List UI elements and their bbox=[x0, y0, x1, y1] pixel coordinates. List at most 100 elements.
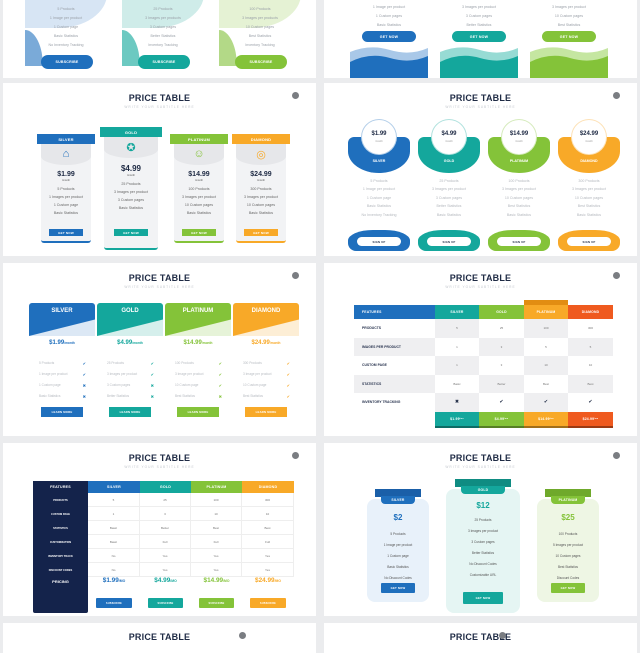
table-cell: ✔ bbox=[479, 393, 524, 412]
feature-item: No Discount Codes bbox=[469, 562, 497, 566]
feature-item: No Discount Codes bbox=[384, 576, 412, 580]
subscribe-button[interactable]: SUBSCRIBE bbox=[250, 598, 286, 608]
price-period: /month bbox=[585, 140, 593, 143]
pricing-card: DIAMOND $24.99/month 300 Products ✔ 3 Image … bbox=[233, 303, 299, 428]
price-period: /MO bbox=[118, 579, 126, 583]
feature-item: 25 Products bbox=[474, 518, 492, 522]
get-now-button[interactable]: GET NOW bbox=[244, 229, 278, 236]
get-now-button[interactable]: GET NOW bbox=[362, 31, 416, 42]
get-now-button[interactable]: GET NOW bbox=[452, 31, 506, 42]
check-icon: ✔ bbox=[588, 399, 593, 406]
feature-item: 3 Custom pages bbox=[107, 383, 131, 387]
table-cell: 5 bbox=[88, 493, 140, 507]
table-cell: Yes bbox=[242, 563, 294, 577]
feature-item: 5 Products bbox=[370, 179, 388, 183]
feature-item: 25 Products bbox=[121, 182, 141, 186]
feature-item: 5 Images per product bbox=[552, 543, 584, 547]
column-header: SILVER bbox=[435, 305, 479, 319]
table-cell: 25 bbox=[479, 319, 524, 338]
price-period: /month bbox=[62, 179, 70, 182]
row-label: INVENTORY TRACK bbox=[48, 554, 73, 558]
feature-item: 25 Products bbox=[107, 361, 125, 365]
check-icon: ✔ bbox=[286, 360, 290, 366]
price-line: $4.99/month bbox=[97, 340, 163, 346]
slide-title: PRICE TABLE bbox=[128, 93, 191, 103]
slide-number-dot bbox=[613, 452, 620, 459]
price: $14.99 bbox=[509, 131, 529, 137]
subscribe-button[interactable]: SUBSCRIBE bbox=[148, 598, 183, 608]
feature-item: 3 Images per product bbox=[432, 187, 466, 192]
table-cell: Basic bbox=[88, 535, 140, 549]
feature-item: 1 Image per product bbox=[49, 16, 83, 20]
get-now-button[interactable]: GET NOW bbox=[381, 583, 415, 593]
learn-more-button[interactable]: LEARN MORE bbox=[109, 407, 151, 417]
slide-comparison-table: PRICE TABLE WRITE YOUR SUBTITLE HERE FEA… bbox=[324, 263, 637, 436]
slide-getnow-waves: 1 Image per product 1 Custom pages Basic S… bbox=[324, 0, 637, 78]
button-base: SIGN UP bbox=[348, 230, 410, 251]
cross-icon: ✖ bbox=[82, 393, 86, 399]
feature-item: 3 Image per product bbox=[175, 372, 204, 376]
sign-up-button[interactable]: SIGN UP bbox=[567, 237, 611, 246]
table-cell: Better bbox=[140, 521, 191, 535]
slide-number-dot bbox=[499, 632, 506, 639]
table-cell: 25 bbox=[140, 493, 191, 507]
check-icon: ✔ bbox=[286, 382, 290, 388]
table-cell: Full bbox=[191, 535, 242, 549]
table-cell: 100 bbox=[524, 319, 568, 338]
subscribe-button[interactable]: SUBSCRIBE bbox=[235, 55, 287, 69]
sign-up-button[interactable]: SIGN UP bbox=[427, 237, 471, 246]
feature-item: No Inventory Tracking bbox=[48, 43, 84, 47]
feature-item: 300 Products bbox=[578, 179, 600, 183]
slide-checklist-cards: PRICE TABLE WRITE YOUR SUBTITLE HERE SIL… bbox=[3, 263, 316, 436]
feature-item: 10 Custom page bbox=[243, 383, 267, 387]
price-circle: $4.99/month bbox=[431, 119, 467, 155]
wave-band bbox=[530, 47, 608, 78]
price: $14.99 bbox=[183, 340, 202, 346]
feature-item: 1 Image per product bbox=[383, 543, 413, 547]
pricing-card: $1.99/month SILVER 5 Products 1 Image per p… bbox=[348, 119, 410, 251]
slide-subscribe-waves: 5 Products 1 Image per product 1 Custom pa… bbox=[3, 0, 316, 78]
get-now-button[interactable]: GET NOW bbox=[463, 592, 503, 604]
subscribe-button[interactable]: SUBSCRIBE bbox=[96, 598, 132, 608]
feature-item: 3 Custom pages bbox=[471, 540, 495, 544]
get-now-button[interactable]: GET NOW bbox=[49, 229, 83, 236]
get-now-button[interactable]: GET NOW bbox=[114, 229, 148, 236]
feature-row: 3 Images per product ✔ bbox=[107, 370, 154, 378]
feature-row: Basic Statistics ✖ bbox=[39, 392, 86, 400]
slide-number-dot bbox=[292, 92, 299, 99]
sign-up-button[interactable]: SIGN UP bbox=[497, 237, 541, 246]
get-now-button[interactable]: GET NOW bbox=[542, 31, 596, 42]
check-icon: ✔ bbox=[543, 399, 549, 406]
pricing-card: PLATINUM ☺ $14.99/month 100 Products 3 Image… bbox=[170, 134, 228, 243]
table-cell: Better bbox=[479, 374, 524, 393]
feature-item: 1 Custom page bbox=[39, 383, 61, 387]
pricing-card: GOLD ✪ $4.99/month 25 Products 3 Images per … bbox=[100, 127, 162, 250]
sign-up-button[interactable]: SIGN UP bbox=[357, 237, 401, 246]
slide-next-left: PRICE TABLE bbox=[3, 623, 316, 653]
subscribe-button[interactable]: SUBSCRIBE bbox=[138, 55, 190, 69]
feature-item: Better Statistics bbox=[466, 23, 492, 27]
subscribe-button[interactable]: SUBSCRIBE bbox=[41, 55, 93, 69]
price: $1.99 bbox=[371, 131, 387, 137]
price-line: $24.99/month bbox=[233, 340, 299, 346]
slide-subtitle: WRITE YOUR SUBTITLE HERE bbox=[124, 105, 195, 109]
subscribe-button[interactable]: SUBSCRIBE bbox=[199, 598, 234, 608]
feature-row: 5 Products ✔ bbox=[39, 359, 86, 367]
handshake-icon: ☺ bbox=[193, 148, 205, 160]
feature-item: Basic Statistics bbox=[53, 34, 79, 38]
learn-more-button[interactable]: LEARN MORE bbox=[177, 407, 219, 417]
tier-ribbon: PLATINUM bbox=[170, 134, 228, 144]
price-cell: $24.99/mo bbox=[568, 411, 613, 428]
tier-ribbon: GOLD bbox=[100, 127, 162, 137]
table-cell: ✔ bbox=[524, 393, 568, 412]
price-period: /mo bbox=[504, 417, 509, 420]
get-now-button[interactable]: GET NOW bbox=[182, 229, 216, 236]
feature-item: 3 Images per products bbox=[242, 16, 278, 20]
price-period: /month bbox=[375, 140, 383, 143]
feature-item: 10 Custom pages bbox=[184, 203, 214, 207]
slide-next-right: PRICE TABLE bbox=[324, 623, 637, 653]
feature-item: 100 Products bbox=[558, 532, 578, 536]
learn-more-button[interactable]: LEARN MORE bbox=[41, 407, 83, 417]
get-now-button[interactable]: GET NOW bbox=[551, 583, 585, 593]
learn-more-button[interactable]: LEARN MORE bbox=[245, 407, 287, 417]
